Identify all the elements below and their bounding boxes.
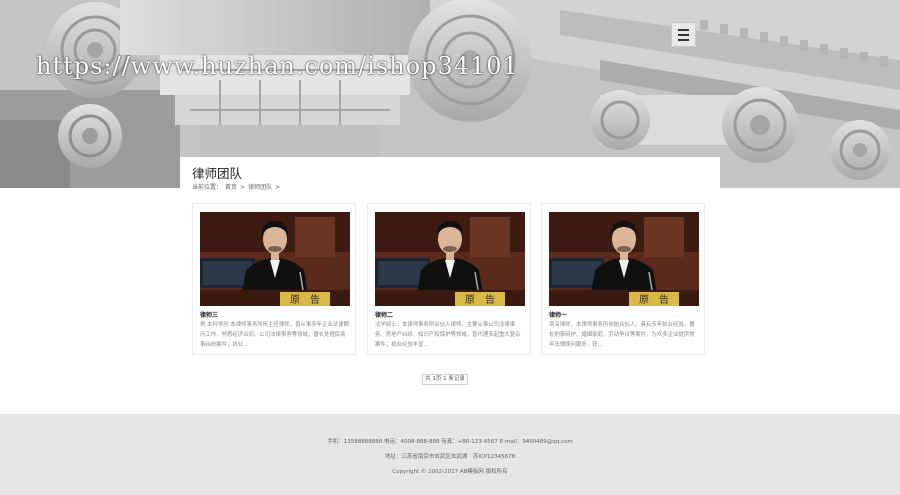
lawyer-list: 原 告 律师三 男 本科学历 本律师事务所所主任律师，曾从事多年企业法律顾问工作…: [192, 203, 708, 355]
page-title-card: 律师团队 当前位置： 首页 > 律师团队 >: [180, 157, 720, 197]
menu-button[interactable]: [671, 22, 696, 47]
lawyer-photo[interactable]: 原 告: [200, 212, 350, 306]
lawyer-photo[interactable]: 原 告: [375, 212, 525, 306]
lawyer-description: 男 本科学历 本律师事务所所主任律师，曾从事多年企业法律顾问工作，熟悉经济合同、…: [200, 322, 349, 348]
lawyer-description: 资深律师，本律师事务所创始合伙人，具有多年执业经验，擅长刑事辩护、婚姻家庭、劳动…: [549, 322, 695, 348]
page-title: 律师团队: [192, 166, 243, 181]
breadcrumb-separator: >: [240, 184, 246, 191]
breadcrumb-home-link[interactable]: 首页: [225, 184, 237, 191]
svg-text:原 告: 原 告: [290, 293, 320, 306]
footer-copyright: Copyright © 2002-2017 AB模板网 版权所有: [392, 469, 508, 475]
breadcrumb-label: 当前位置：: [192, 184, 223, 191]
footer-contact: 手机：13588888888 电话：4008-888-888 传真：+86-12…: [327, 439, 573, 445]
svg-text:原 告: 原 告: [465, 293, 495, 306]
hamburger-menu-icon-line: [678, 34, 689, 36]
lawyer-name[interactable]: 律师二: [375, 310, 393, 319]
lawyer-description: 法学硕士，本律师事务所合伙人律师，主要从事公司法律事务、房地产纠纷、知识产权保护…: [375, 322, 521, 348]
lawyer-card[interactable]: 原 告 律师三 男 本科学历 本律师事务所所主任律师，曾从事多年企业法律顾问工作…: [192, 203, 356, 355]
footer: 手机：13588888888 电话：4008-888-888 传真：+86-12…: [0, 414, 900, 495]
lawyer-name[interactable]: 律师三: [200, 310, 218, 319]
breadcrumb-separator: >: [275, 184, 281, 191]
pagination-info[interactable]: 共 1页 1 条记录: [422, 374, 468, 385]
lawyer-card[interactable]: 原 告 律师二 法学硕士，本律师事务所合伙人律师，主要从事公司法律事务、房地产纠…: [367, 203, 531, 355]
lawyer-card[interactable]: 原 告 律师一 资深律师，本律师事务所创始合伙人，具有多年执业经验，擅长刑事辩护…: [541, 203, 705, 355]
hamburger-menu-icon-line: [678, 39, 689, 41]
footer-address: 地址：江苏省南京市玄武区玄武湖 苏ICP12345678: [384, 454, 516, 460]
breadcrumb: 当前位置： 首页 > 律师团队 >: [192, 182, 283, 191]
svg-text:原 告: 原 告: [639, 293, 669, 306]
breadcrumb-team-link[interactable]: 律师团队: [248, 184, 272, 191]
watermark-text: https://www.huzhan.com/ishop34101: [36, 52, 519, 80]
lawyer-photo[interactable]: 原 告: [549, 212, 699, 306]
lawyer-name[interactable]: 律师一: [549, 310, 567, 319]
hamburger-menu-icon: [678, 29, 689, 31]
